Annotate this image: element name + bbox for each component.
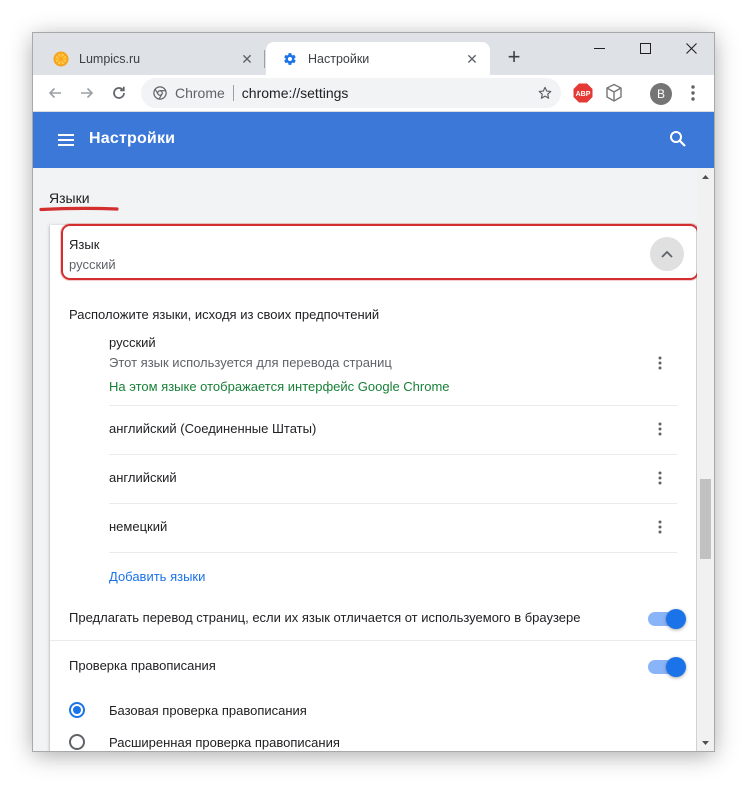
chrome-logo-icon — [153, 86, 167, 100]
toggle-thumb — [666, 609, 686, 629]
spellcheck-advanced-option[interactable]: Расширенная проверка правописания — [69, 731, 340, 751]
language-name: английский — [109, 470, 177, 485]
browser-toolbar: Chrome chrome://settings ABP B — [33, 75, 714, 112]
language-note: Этот язык используется для перевода стра… — [109, 355, 392, 370]
arrange-languages-text: Расположите языки, исходя из своих предп… — [69, 307, 380, 322]
language-name: немецкий — [109, 519, 168, 534]
language-name: английский (Соединенные Штаты) — [109, 421, 317, 436]
chrome-menu-icon[interactable] — [681, 81, 705, 105]
translate-offer-toggle[interactable] — [648, 609, 686, 629]
language-name: русский — [109, 335, 156, 350]
scroll-down-arrow-icon[interactable] — [697, 734, 714, 751]
bookmark-star-icon[interactable] — [535, 83, 555, 103]
reload-icon[interactable] — [107, 81, 131, 105]
radio-unchecked[interactable] — [69, 734, 85, 750]
radio-label: Расширенная проверка правописания — [109, 734, 340, 750]
language-item-english-us: английский (Соединенные Штаты) — [109, 405, 677, 455]
toggle-thumb — [666, 657, 686, 677]
language-item-english: английский — [109, 454, 677, 504]
spellcheck-row: Проверка правописания — [50, 641, 696, 690]
settings-header: Настройки — [33, 112, 714, 168]
url-text: chrome://settings — [241, 85, 349, 101]
hamburger-menu-icon[interactable] — [57, 131, 75, 149]
language-item-german: немецкий — [109, 503, 677, 553]
scroll-up-arrow-icon[interactable] — [697, 168, 714, 185]
tab-strip: Lumpics.ru ✕ Настройки ✕ + — [33, 33, 714, 75]
origin-label: Chrome — [175, 85, 225, 101]
page-title: Настройки — [89, 130, 176, 147]
radio-label: Базовая проверка правописания — [109, 702, 307, 718]
address-bar[interactable]: Chrome chrome://settings — [141, 78, 561, 108]
tab-title: Lumpics.ru — [79, 51, 141, 66]
spellcheck-basic-option[interactable]: Базовая проверка правописания — [69, 699, 307, 721]
search-icon[interactable] — [669, 130, 689, 150]
new-tab-plus-icon[interactable]: + — [503, 46, 525, 69]
svg-text:ABP: ABP — [576, 91, 591, 98]
omnibox-separator — [232, 85, 234, 101]
highlight-box — [61, 224, 697, 280]
profile-avatar[interactable]: B — [650, 83, 672, 105]
add-languages-link[interactable]: Добавить языки — [109, 569, 205, 584]
tab-settings[interactable]: Настройки ✕ — [266, 42, 490, 75]
more-vert-icon[interactable] — [650, 468, 670, 488]
more-vert-icon[interactable] — [650, 353, 670, 373]
more-vert-icon[interactable] — [650, 419, 670, 439]
translate-offer-row: Предлагать перевод страниц, если их язык… — [50, 592, 696, 641]
tab-title: Настройки — [308, 51, 370, 66]
spellcheck-toggle[interactable] — [648, 657, 686, 677]
tab-close-icon[interactable]: ✕ — [239, 51, 255, 67]
more-vert-icon[interactable] — [650, 517, 670, 537]
section-title: Языки — [49, 190, 90, 206]
window-maximize-icon[interactable] — [622, 33, 668, 63]
settings-content: Языки Язык русский Расположите языки, ис… — [33, 168, 697, 751]
window-close-icon[interactable] — [668, 33, 714, 63]
highlight-underline — [39, 206, 119, 212]
languages-card: Язык русский Расположите языки, исходя и… — [50, 224, 697, 751]
window-minimize-icon[interactable] — [576, 33, 622, 63]
translate-offer-label: Предлагать перевод страниц, если их язык… — [69, 610, 581, 625]
orange-slice-icon — [53, 51, 69, 67]
tab-close-icon[interactable]: ✕ — [464, 51, 480, 67]
scroll-thumb[interactable] — [700, 479, 711, 559]
radio-checked[interactable] — [69, 702, 85, 718]
scrollbar[interactable] — [697, 168, 714, 751]
spellcheck-label: Проверка правописания — [69, 658, 216, 673]
tab-lumpics[interactable]: Lumpics.ru ✕ — [37, 42, 265, 75]
gear-icon — [282, 51, 298, 67]
back-arrow-icon[interactable] — [43, 81, 67, 105]
language-ui-note: На этом языке отображается интерфейс Goo… — [109, 379, 450, 394]
language-item-russian: русский Этот язык используется для перев… — [109, 329, 677, 406]
forward-arrow-icon[interactable] — [75, 81, 99, 105]
adblock-extension-icon[interactable]: ABP — [573, 83, 593, 103]
extension-cube-icon[interactable] — [605, 83, 623, 103]
browser-window: Lumpics.ru ✕ Настройки ✕ + Chrome chrome… — [33, 33, 714, 751]
